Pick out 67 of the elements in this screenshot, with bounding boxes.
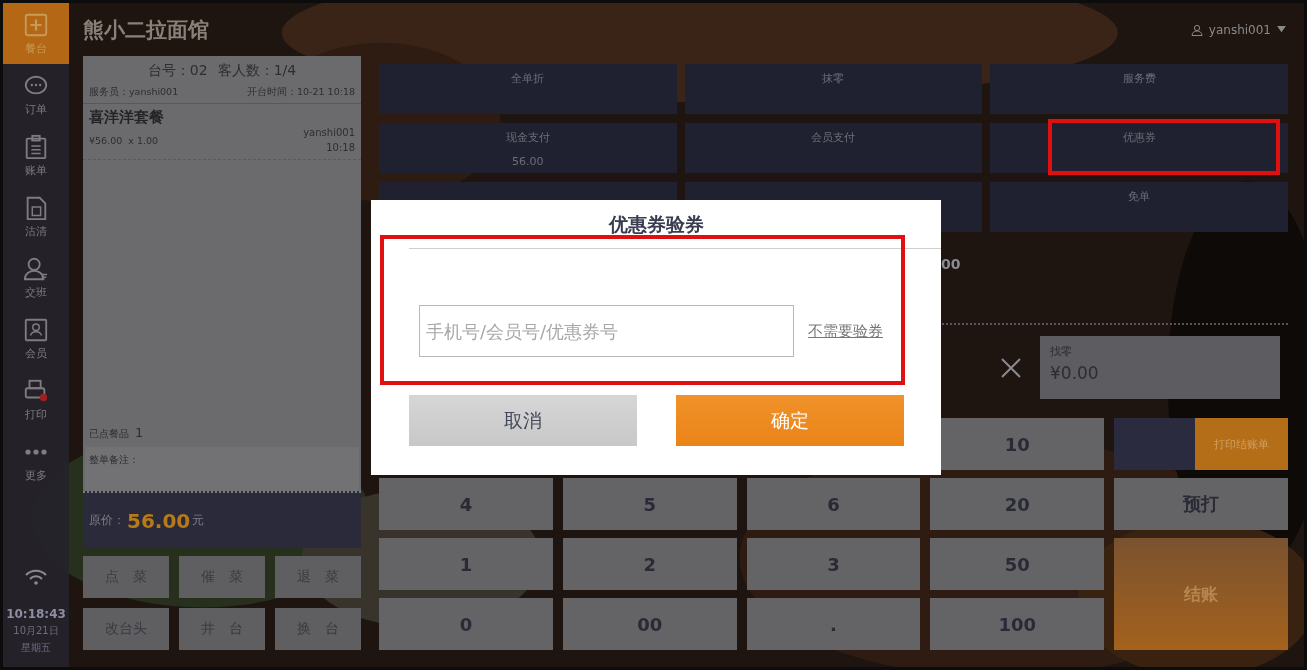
total-label: 原价：: [89, 512, 125, 529]
sidebar-item[interactable]: 更多: [3, 430, 69, 491]
keypad-key[interactable]: 2: [562, 538, 737, 590]
sidebar-item[interactable]: 交班: [3, 247, 69, 308]
dots-icon: [25, 448, 47, 455]
coupon-input-field[interactable]: 手机号/会员号/优惠券号: [419, 305, 794, 357]
option-amount: 56.00: [512, 155, 544, 168]
sidebar-item[interactable]: 订单: [3, 64, 69, 125]
keypad-key[interactable]: 4: [379, 478, 553, 530]
sidebar-label: 沽清: [25, 223, 47, 239]
keypad-key[interactable]: 20: [930, 478, 1105, 530]
clock-date: 10月21日: [13, 624, 59, 638]
close-icon[interactable]: [1000, 356, 1022, 379]
confirm-button[interactable]: 确定: [676, 395, 904, 446]
payment-option-button[interactable]: 服务费: [990, 64, 1288, 114]
sidebar-item[interactable]: 账单: [3, 125, 69, 186]
clipboard-icon: [23, 133, 49, 160]
table-number: 台号：02: [147, 62, 208, 80]
payment-option-button[interactable]: 抹零: [684, 64, 983, 114]
sidebar-item[interactable]: 打印: [3, 369, 69, 430]
dish-staff: yanshi001: [303, 127, 355, 138]
total-amount: 56.00: [127, 508, 191, 533]
user-icon: [1190, 23, 1203, 36]
sidebar-label: 更多: [25, 467, 47, 483]
keypad-key[interactable]: 0: [379, 598, 553, 650]
caret-icon[interactable]: [1277, 26, 1286, 33]
printer-icon: [23, 377, 49, 404]
payment-option-button[interactable]: 现金支付 56.00: [379, 123, 677, 173]
keypad-key[interactable]: 00: [562, 598, 737, 650]
sidebar-label: 账单: [25, 162, 47, 178]
dish-count: 1: [135, 425, 144, 440]
plus-icon: [23, 11, 49, 38]
total-unit: 元: [192, 512, 205, 529]
keypad-key[interactable]: 3: [746, 538, 921, 590]
sidebar-label: 会员: [25, 345, 47, 361]
payment-option-button[interactable]: 免单: [990, 182, 1288, 232]
cancel-button[interactable]: 取消: [409, 395, 637, 446]
amount-text: 00: [941, 256, 961, 272]
sidebar-item[interactable]: 餐台: [3, 3, 69, 64]
payment-option-button[interactable]: 全单折: [379, 64, 677, 114]
guest-count: 客人数：1/4: [217, 62, 297, 80]
sidebar-label: 餐台: [25, 40, 47, 56]
sidebar-item[interactable]: 会员: [3, 308, 69, 369]
sidebar-item[interactable]: 沽清: [3, 186, 69, 247]
clock-weekday: 星期五: [21, 641, 51, 655]
sidebar-label: 订单: [25, 101, 47, 117]
print-bill-button[interactable]: 打印结账单: [1195, 418, 1288, 470]
keypad-key[interactable]: 100: [930, 598, 1105, 650]
user-name[interactable]: yanshi001: [1208, 22, 1271, 37]
sidebar-label: 打印: [25, 406, 47, 422]
dialog-title: 优惠券验券: [607, 212, 705, 237]
person-icon: [23, 255, 49, 282]
sidebar-label: 交班: [25, 284, 47, 300]
keypad-key[interactable]: 预打: [1114, 478, 1288, 530]
skip-verification-link[interactable]: 不需要验券: [808, 321, 883, 341]
keypad-key[interactable]: 5: [562, 478, 737, 530]
dish-name: 喜洋洋套餐: [89, 108, 165, 127]
payment-option-button[interactable]: 会员支付: [684, 123, 983, 173]
clock-time: 10:18:43: [6, 607, 66, 621]
keypad-key[interactable]: 50: [930, 538, 1105, 590]
keypad-key[interactable]: 6: [746, 478, 921, 530]
keypad-key[interactable]: 1: [379, 538, 553, 590]
keypad-key[interactable]: .: [746, 598, 921, 650]
restaurant-title: 熊小二拉面馆: [83, 16, 209, 44]
card-icon: [23, 316, 49, 343]
wifi-icon: [25, 569, 47, 585]
dish-time: 10:18: [326, 142, 355, 153]
